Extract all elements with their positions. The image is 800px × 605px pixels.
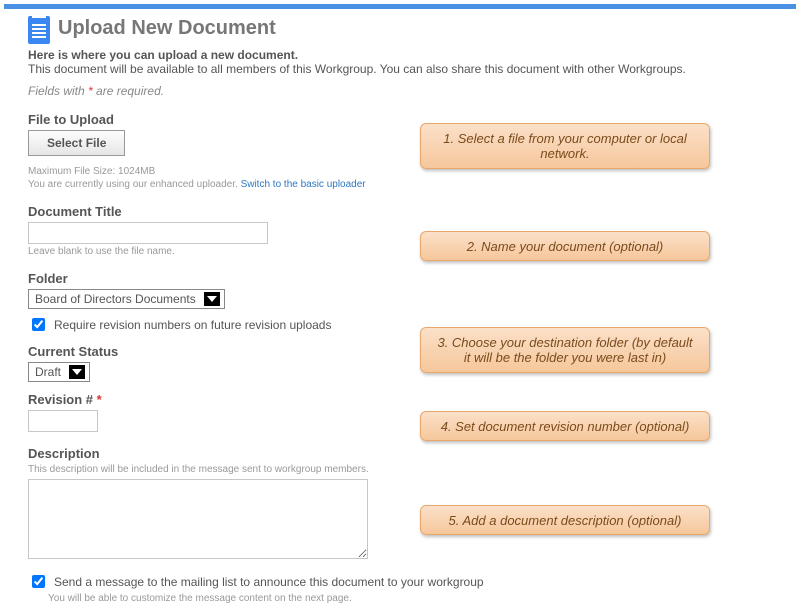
document-title-label: Document Title	[28, 204, 772, 219]
chevron-down-icon	[204, 292, 220, 306]
revision-label: Revision # *	[28, 392, 772, 407]
intro-line-1: Here is where you can upload a new docum…	[28, 48, 772, 62]
document-icon	[28, 16, 50, 44]
folder-selected-value: Board of Directors Documents	[35, 292, 196, 306]
intro-line-2: This document will be available to all m…	[28, 62, 772, 76]
require-revision-label: Require revision numbers on future revis…	[54, 318, 331, 332]
revision-label-text: Revision #	[28, 392, 97, 407]
required-fields-note: Fields with * are required.	[28, 84, 772, 98]
callout-step-2: 2. Name your document (optional)	[420, 231, 710, 261]
callout-step-5: 5. Add a document description (optional)	[420, 505, 710, 535]
required-suffix: are required.	[93, 84, 164, 98]
uploader-mode-hint: You are currently using our enhanced upl…	[28, 179, 772, 190]
select-file-button[interactable]: Select File	[28, 130, 125, 156]
switch-uploader-link[interactable]: Switch to the basic uploader	[241, 179, 366, 190]
page-title: Upload New Document	[58, 17, 276, 40]
callout-step-3: 3. Choose your destination folder (by de…	[420, 327, 710, 373]
document-title-input[interactable]	[28, 222, 268, 244]
description-label: Description	[28, 446, 772, 461]
folder-select[interactable]: Board of Directors Documents	[28, 289, 225, 309]
require-revision-checkbox[interactable]	[32, 318, 45, 331]
callout-step-4: 4. Set document revision number (optiona…	[420, 411, 710, 441]
status-select[interactable]: Draft	[28, 362, 90, 382]
chevron-down-icon	[69, 365, 85, 379]
description-textarea[interactable]	[28, 479, 368, 559]
required-prefix: Fields with	[28, 84, 88, 98]
status-selected-value: Draft	[35, 365, 61, 379]
uploader-mode-text: You are currently using our enhanced upl…	[28, 179, 241, 190]
announce-label: Send a message to the mailing list to an…	[54, 575, 484, 589]
description-hint: This description will be included in the…	[28, 464, 772, 475]
callout-step-1: 1. Select a file from your computer or l…	[420, 123, 710, 169]
revision-input[interactable]	[28, 410, 98, 432]
top-accent-bar	[4, 4, 796, 9]
announce-checkbox[interactable]	[32, 575, 45, 588]
folder-label: Folder	[28, 271, 772, 286]
announce-hint: You will be able to customize the messag…	[48, 593, 772, 604]
revision-required-asterisk: *	[97, 392, 102, 407]
